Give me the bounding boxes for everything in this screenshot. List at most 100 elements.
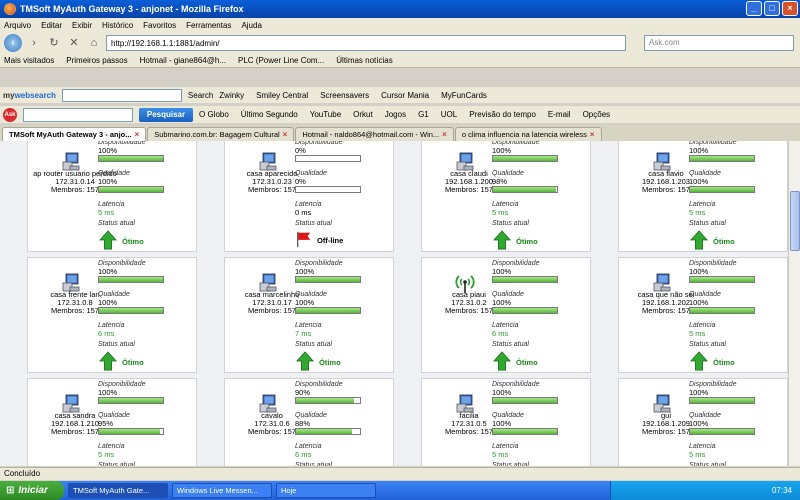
start-button[interactable]: ⊞ Iniciar	[0, 481, 64, 500]
vertical-scrollbar[interactable]	[788, 141, 800, 466]
disponibilidade-bar	[98, 397, 164, 404]
home-icon[interactable]: ⌂	[86, 35, 102, 51]
status-label: Status atual	[98, 341, 135, 348]
tab-label: Hotmail - naldo864@hotmail.com - Win...	[302, 129, 440, 139]
toolbar2-item[interactable]: YouTube	[310, 110, 341, 119]
device-card[interactable]: gui 192.168.1.209 Membros: 157 Disponibilid…	[618, 378, 788, 466]
device-grid: ap router usuario perdido 172.31.0.14 Memb…	[27, 141, 788, 466]
device-card[interactable]: casa claudi 192.168.1.200 Membros: 157 Disp…	[421, 141, 591, 252]
device-metrics: Disponibilidade 100% Qualidade 100% Latencia…	[492, 381, 587, 466]
toolbar1-item[interactable]: MyFunCards	[441, 91, 487, 100]
qualidade-bar-fill	[493, 187, 556, 192]
device-card[interactable]: casa marcelinho 172.31.0.17 Membros: 157 Di…	[224, 257, 394, 373]
windows-logo-icon: ⊞	[6, 485, 15, 496]
forward-icon[interactable]: ›	[26, 35, 42, 51]
toolbar2-item[interactable]: Último Segundo	[241, 110, 298, 119]
status-row: Ótimo	[689, 351, 784, 373]
tab-close-icon[interactable]: ×	[135, 128, 140, 141]
device-card[interactable]: casa piaui 172.31.0.2 Membros: 157 Disponib…	[421, 257, 591, 373]
menu-favoritos[interactable]: Favoritos	[143, 21, 176, 30]
tab-close-icon[interactable]: ×	[283, 128, 288, 141]
menu-exibir[interactable]: Exibir	[72, 21, 92, 30]
qualidade-bar-fill	[296, 429, 353, 434]
bookmark-item[interactable]: Hotmail - giane864@h...	[140, 56, 226, 65]
disponibilidade-bar-fill	[493, 156, 557, 161]
window-titlebar: TMSoft MyAuth Gateway 3 - anjonet - Mozi…	[0, 0, 800, 18]
toolbar1-item[interactable]: Cursor Mania	[381, 91, 429, 100]
toolbar2-item[interactable]: Previsão do tempo	[469, 110, 536, 119]
tab-item[interactable]: Submarino.com.br: Bagagem Cultural ×	[147, 127, 295, 141]
qualidade-bar-fill	[690, 187, 754, 192]
offline-flag-icon	[295, 230, 313, 250]
bookmark-item[interactable]: Primeiros passos	[66, 56, 127, 65]
toolbar2-item[interactable]: G1	[418, 110, 429, 119]
membros-label: Membros:	[642, 185, 676, 194]
membros-label: Membros:	[445, 427, 479, 436]
latencia-value: 5 ms	[492, 208, 509, 217]
device-card[interactable]: casa flavio 192.168.1.203 Membros: 157 Disp…	[618, 141, 788, 252]
mywebsearch-input[interactable]	[61, 88, 182, 102]
menu-editar[interactable]: Editar	[41, 21, 62, 30]
status-label: Status atual	[492, 220, 529, 227]
taskbar-item[interactable]: Hoje	[276, 483, 376, 498]
toolbar2-item[interactable]: E-mail	[548, 110, 571, 119]
toolbar1-item[interactable]: Screensavers	[320, 91, 369, 100]
latencia-value: 6 ms	[295, 450, 312, 459]
status-label: Status atual	[98, 220, 135, 227]
pesquisar-button[interactable]: Pesquisar	[139, 107, 193, 122]
scrollbar-thumb[interactable]	[790, 191, 800, 251]
tab-label: o clima influencia na latencia wireless	[461, 129, 587, 139]
maximize-button[interactable]: □	[764, 1, 780, 16]
disponibilidade-value: 100%	[689, 388, 709, 397]
toolbar1-item[interactable]: Smiley Central	[256, 91, 308, 100]
qualidade-value: 100%	[689, 298, 709, 307]
device-card[interactable]: ap router usuario perdido 172.31.0.14 Memb…	[27, 141, 197, 252]
minimize-button[interactable]: _	[746, 1, 762, 16]
toolbar2-item[interactable]: Jogos	[385, 110, 406, 119]
device-card[interactable]: casa frente lan 172.31.0.8 Membros: 157 Dis…	[27, 257, 197, 373]
bookmark-item[interactable]: Últimas notícias	[336, 56, 392, 65]
status-value: Ótimo	[713, 357, 735, 367]
ask-search-input[interactable]	[23, 107, 133, 122]
device-card[interactable]: facilia 172.31.0.5 Membros: 157 Disponibili…	[421, 378, 591, 466]
stop-icon[interactable]: ✕	[66, 35, 82, 51]
toolbar1-item[interactable]: Zwinky	[219, 91, 244, 100]
disponibilidade-value: 0%	[295, 146, 306, 155]
latencia-value: 5 ms	[492, 450, 509, 459]
device-card[interactable]: cavalo 172.31.0.6 Membros: 157 Disponibilid…	[224, 378, 394, 466]
device-card[interactable]: casa que não sei 192.168.1.202 Membros: 15…	[618, 257, 788, 373]
url-bar[interactable]: http://192.168.1.1:1881/admin/	[106, 35, 626, 51]
tab-item[interactable]: TMSoft MyAuth Gateway 3 - anjo... ×	[2, 127, 147, 141]
disponibilidade-bar	[98, 155, 164, 162]
menu-ferramentas[interactable]: Ferramentas	[186, 21, 231, 30]
taskbar-item[interactable]: TMSoft MyAuth Gate...	[68, 483, 168, 498]
back-icon[interactable]: ‹	[4, 34, 22, 52]
reload-icon[interactable]: ↻	[46, 35, 62, 51]
tab-close-icon[interactable]: ×	[442, 128, 447, 141]
menu-arquivo[interactable]: Arquivo	[4, 21, 31, 30]
qualidade-bar	[98, 186, 164, 193]
search-box[interactable]: Ask.com	[644, 35, 794, 51]
menu-histórico[interactable]: Histórico	[102, 21, 133, 30]
toolbar2-item[interactable]: Opções	[583, 110, 611, 119]
tab-item[interactable]: Hotmail - naldo864@hotmail.com - Win... ×	[295, 127, 454, 141]
device-card[interactable]: casa sandra 192.168.1.210 Membros: 157 Disp…	[27, 378, 197, 466]
toolbar2-item[interactable]: Orkut	[353, 110, 373, 119]
status-row: Ótimo	[295, 351, 390, 373]
ask-toolbar: Ask Pesquisar O Globo Último Segundo YouTu…	[0, 106, 800, 123]
menu-ajuda[interactable]: Ajuda	[241, 21, 261, 30]
disponibilidade-bar-fill	[99, 156, 163, 161]
toolbar2-item[interactable]: O Globo	[199, 110, 229, 119]
status-value: Ótimo	[713, 236, 735, 246]
taskbar-item[interactable]: Windows Live Messen...	[172, 483, 272, 498]
close-button[interactable]: ×	[782, 1, 798, 16]
bookmark-item[interactable]: PLC (Power Line Com...	[238, 56, 324, 65]
mywebsearch-search-button[interactable]: Search	[188, 91, 213, 100]
device-metrics: Disponibilidade 100% Qualidade 100% Latencia…	[689, 141, 784, 252]
tab-close-icon[interactable]: ×	[590, 128, 595, 141]
tab-item[interactable]: o clima influencia na latencia wireless ×	[454, 127, 602, 141]
status-up-arrow-icon	[98, 351, 118, 373]
device-card[interactable]: casa aparecido 172.31.0.23 Membros: 157 Dis…	[224, 141, 394, 252]
toolbar2-item[interactable]: UOL	[441, 110, 457, 119]
bookmark-item[interactable]: Mais visitados	[4, 56, 54, 65]
